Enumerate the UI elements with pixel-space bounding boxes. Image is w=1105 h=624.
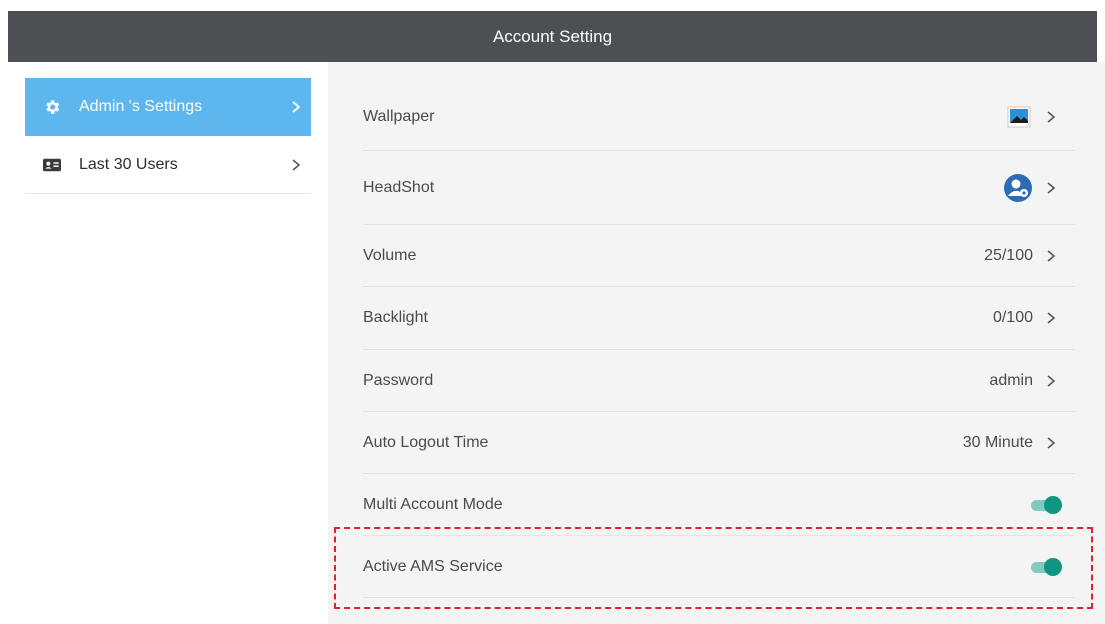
volume-label: Volume [363, 246, 417, 264]
setting-row-wallpaper[interactable]: Wallpaper [363, 84, 1075, 151]
wallpaper-label: Wallpaper [363, 108, 435, 125]
backlight-value: 0/100 [992, 309, 1033, 326]
sidebar-item-admin-settings[interactable]: Admin 's Settings [25, 78, 311, 136]
setting-row-multi-account-mode: Multi Account Mode [363, 474, 1075, 536]
chevron-right-icon [1047, 436, 1056, 449]
password-label: Password [363, 371, 434, 389]
toggle-knob [1044, 557, 1062, 576]
password-value: admin [989, 371, 1033, 389]
multi-account-label: Multi Account Mode [363, 495, 503, 513]
chevron-right-icon [1047, 111, 1056, 123]
active-ams-toggle[interactable] [1031, 557, 1062, 577]
sidebar-item-last-30-users[interactable]: Last 30 Users [25, 136, 311, 194]
title-bar: Account Setting [8, 11, 1097, 62]
chevron-right-icon [1047, 312, 1056, 324]
gear-icon [43, 98, 61, 116]
sidebar-item-label: Last 30 Users [79, 155, 178, 173]
headshot-label: HeadShot [363, 178, 435, 196]
image-icon [1007, 106, 1031, 128]
setting-row-backlight[interactable]: Backlight 0/100 [363, 287, 1075, 350]
multi-account-toggle[interactable] [1031, 495, 1062, 515]
chevron-right-icon [292, 101, 301, 113]
id-card-icon [43, 156, 61, 174]
volume-value: 25/100 [984, 246, 1033, 264]
toggle-knob [1044, 495, 1062, 514]
chevron-right-icon [292, 158, 301, 171]
chevron-right-icon [1047, 374, 1056, 387]
auto-logout-value: 30 Minute [962, 433, 1033, 451]
sidebar-item-label: Admin 's Settings [79, 98, 203, 115]
backlight-label: Backlight [363, 309, 428, 326]
sidebar: Admin 's Settings Last 30 Users [8, 62, 328, 624]
setting-row-password[interactable]: Password admin [363, 350, 1075, 412]
window-title: Account Setting [492, 26, 613, 46]
auto-logout-label: Auto Logout Time [363, 433, 489, 451]
chevron-right-icon [1047, 181, 1056, 194]
setting-row-active-ams-service: Active AMS Service [363, 536, 1075, 598]
user-avatar-icon [1004, 173, 1032, 202]
setting-row-volume[interactable]: Volume 25/100 [363, 225, 1075, 287]
active-ams-label: Active AMS Service [363, 557, 503, 575]
chevron-right-icon [1047, 249, 1056, 262]
setting-row-auto-logout-time[interactable]: Auto Logout Time 30 Minute [363, 412, 1075, 474]
setting-row-headshot[interactable]: HeadShot [363, 151, 1075, 225]
